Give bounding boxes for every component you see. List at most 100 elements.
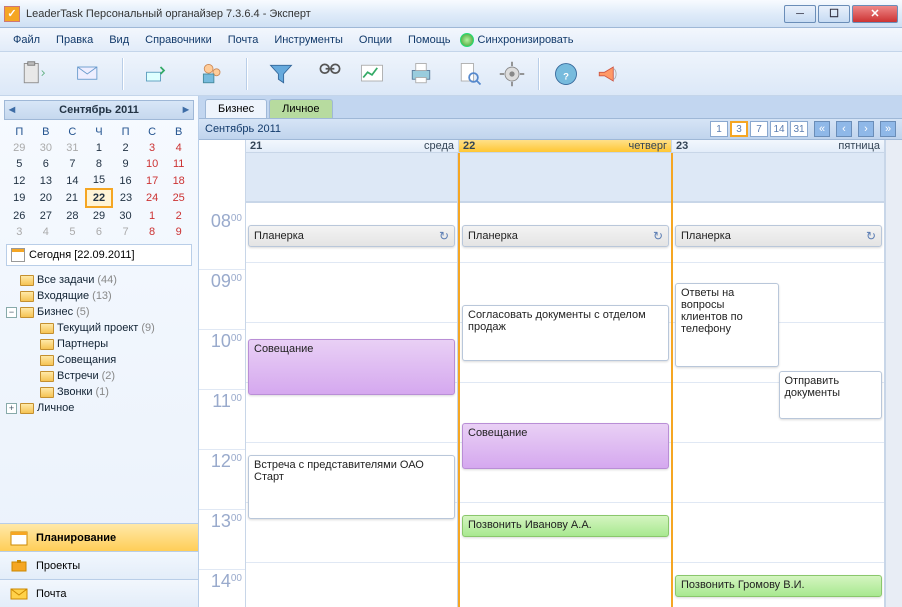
- tree-item[interactable]: Звонки (1): [4, 384, 194, 400]
- help-button[interactable]: ?: [550, 58, 582, 90]
- calendar-day[interactable]: 10: [139, 156, 166, 172]
- calendar-day[interactable]: 23: [112, 189, 139, 207]
- day-column[interactable]: Планерка↻Ответы на вопросы клиентов по т…: [673, 153, 885, 607]
- calendar-day[interactable]: 1: [139, 207, 166, 224]
- task-block[interactable]: Согласовать документы с отделом продаж: [462, 305, 669, 361]
- task-block[interactable]: Планерка↻: [248, 225, 455, 247]
- tree-inbox[interactable]: Входящие (13): [4, 288, 194, 304]
- maximize-button[interactable]: ☐: [818, 5, 850, 23]
- calendar-day[interactable]: 1: [86, 140, 113, 156]
- task-block[interactable]: Позвонить Иванову А.А.: [462, 515, 669, 537]
- tab-business[interactable]: Бизнес: [205, 99, 267, 118]
- calendar-day[interactable]: 22: [86, 189, 113, 207]
- calendar-day[interactable]: 18: [165, 172, 192, 189]
- month-prev[interactable]: ◄: [5, 103, 19, 117]
- calendar-day[interactable]: 16: [112, 172, 139, 189]
- calendar-day[interactable]: 25: [165, 189, 192, 207]
- task-block[interactable]: Отправить документы: [779, 371, 883, 419]
- tree-item[interactable]: Совещания: [4, 352, 194, 368]
- task-block[interactable]: Планерка↻: [462, 225, 669, 247]
- task-block[interactable]: Позвонить Громову В.И.: [675, 575, 882, 597]
- calendar-day[interactable]: 11: [165, 156, 192, 172]
- find-button[interactable]: [314, 58, 346, 90]
- calendar-day[interactable]: 17: [139, 172, 166, 189]
- nav-last[interactable]: »: [880, 121, 896, 137]
- collapse-icon[interactable]: −: [6, 307, 17, 318]
- settings-button[interactable]: [496, 58, 528, 90]
- tree-item[interactable]: Встречи (2): [4, 368, 194, 384]
- calendar-day[interactable]: 8: [139, 224, 166, 240]
- calendar-day[interactable]: 24: [139, 189, 166, 207]
- calendar-day[interactable]: 29: [86, 207, 113, 224]
- menu-file[interactable]: Файл: [6, 31, 47, 49]
- day-column[interactable]: Планерка↻СовещаниеВстреча с представител…: [246, 153, 458, 607]
- close-button[interactable]: ✕: [852, 5, 898, 23]
- tree-item[interactable]: Партнеры: [4, 336, 194, 352]
- menu-options[interactable]: Опции: [352, 31, 399, 49]
- menu-edit[interactable]: Правка: [49, 31, 100, 49]
- task-block[interactable]: Совещание: [248, 339, 455, 395]
- calendar-day[interactable]: 7: [112, 224, 139, 240]
- nav-first[interactable]: «: [814, 121, 830, 137]
- view-days-3[interactable]: 3: [730, 121, 748, 137]
- view-days-14[interactable]: 14: [770, 121, 788, 137]
- calendar-day[interactable]: 2: [112, 140, 139, 156]
- send-receive-button[interactable]: [134, 58, 180, 90]
- calendar-day[interactable]: 29: [6, 140, 33, 156]
- day-header[interactable]: 22четверг: [459, 140, 672, 152]
- filter-button[interactable]: [258, 58, 304, 90]
- nav-planning[interactable]: Планирование: [0, 523, 198, 551]
- today-button[interactable]: Сегодня [22.09.2011]: [6, 244, 192, 266]
- calendar-day[interactable]: 4: [33, 224, 60, 240]
- month-next[interactable]: ►: [179, 103, 193, 117]
- mini-calendar[interactable]: ПВСЧПСВ 29303112345678910111213141516171…: [6, 124, 192, 240]
- menu-tools[interactable]: Инструменты: [267, 31, 350, 49]
- calendar-day[interactable]: 30: [33, 140, 60, 156]
- sync-button[interactable]: Синхронизировать: [460, 33, 574, 47]
- calendar-day[interactable]: 14: [59, 172, 86, 189]
- print-button[interactable]: [398, 58, 444, 90]
- paste-button[interactable]: [10, 58, 56, 90]
- day-column[interactable]: Планерка↻ Согласовать документы с отделом…: [458, 153, 673, 607]
- calendar-day[interactable]: 7: [59, 156, 86, 172]
- calendar-day[interactable]: 3: [6, 224, 33, 240]
- chart-button[interactable]: [356, 58, 388, 90]
- task-block[interactable]: Совещание: [462, 423, 669, 469]
- task-block[interactable]: Ответы на вопросы клиентов по телефону: [675, 283, 779, 367]
- calendar-day[interactable]: 4: [165, 140, 192, 156]
- tree-all-tasks[interactable]: Все задачи (44): [4, 272, 194, 288]
- menu-view[interactable]: Вид: [102, 31, 136, 49]
- view-days-1[interactable]: 1: [710, 121, 728, 137]
- mail-button[interactable]: [66, 58, 112, 90]
- calendar-day[interactable]: 5: [6, 156, 33, 172]
- nav-mail[interactable]: Почта: [0, 579, 198, 607]
- days-body[interactable]: Планерка↻СовещаниеВстреча с представител…: [246, 153, 885, 607]
- announce-button[interactable]: [592, 58, 624, 90]
- calendar-day[interactable]: 15: [86, 172, 113, 189]
- calendar-day[interactable]: 8: [86, 156, 113, 172]
- calendar-day[interactable]: 19: [6, 189, 33, 207]
- calendar-day[interactable]: 2: [165, 207, 192, 224]
- calendar-day[interactable]: 31: [59, 140, 86, 156]
- calendar-day[interactable]: 9: [165, 224, 192, 240]
- minimize-button[interactable]: ─: [784, 5, 816, 23]
- nav-prev[interactable]: ‹: [836, 121, 852, 137]
- view-days-7[interactable]: 7: [750, 121, 768, 137]
- calendar-day[interactable]: 12: [6, 172, 33, 189]
- day-header[interactable]: 21среда: [246, 140, 459, 152]
- calendar-day[interactable]: 13: [33, 172, 60, 189]
- calendar-day[interactable]: 27: [33, 207, 60, 224]
- tree-business[interactable]: − Бизнес (5): [4, 304, 194, 320]
- contacts-button[interactable]: [190, 58, 236, 90]
- calendar-day[interactable]: 5: [59, 224, 86, 240]
- calendar-day[interactable]: 6: [86, 224, 113, 240]
- tab-personal[interactable]: Личное: [269, 99, 332, 118]
- day-header[interactable]: 23пятница: [672, 140, 885, 152]
- calendar-day[interactable]: 9: [112, 156, 139, 172]
- tree-item[interactable]: Текущий проект (9): [4, 320, 194, 336]
- expand-icon[interactable]: +: [6, 403, 17, 414]
- calendar-day[interactable]: 28: [59, 207, 86, 224]
- preview-button[interactable]: [454, 58, 486, 90]
- menu-refs[interactable]: Справочники: [138, 31, 219, 49]
- calendar-day[interactable]: 3: [139, 140, 166, 156]
